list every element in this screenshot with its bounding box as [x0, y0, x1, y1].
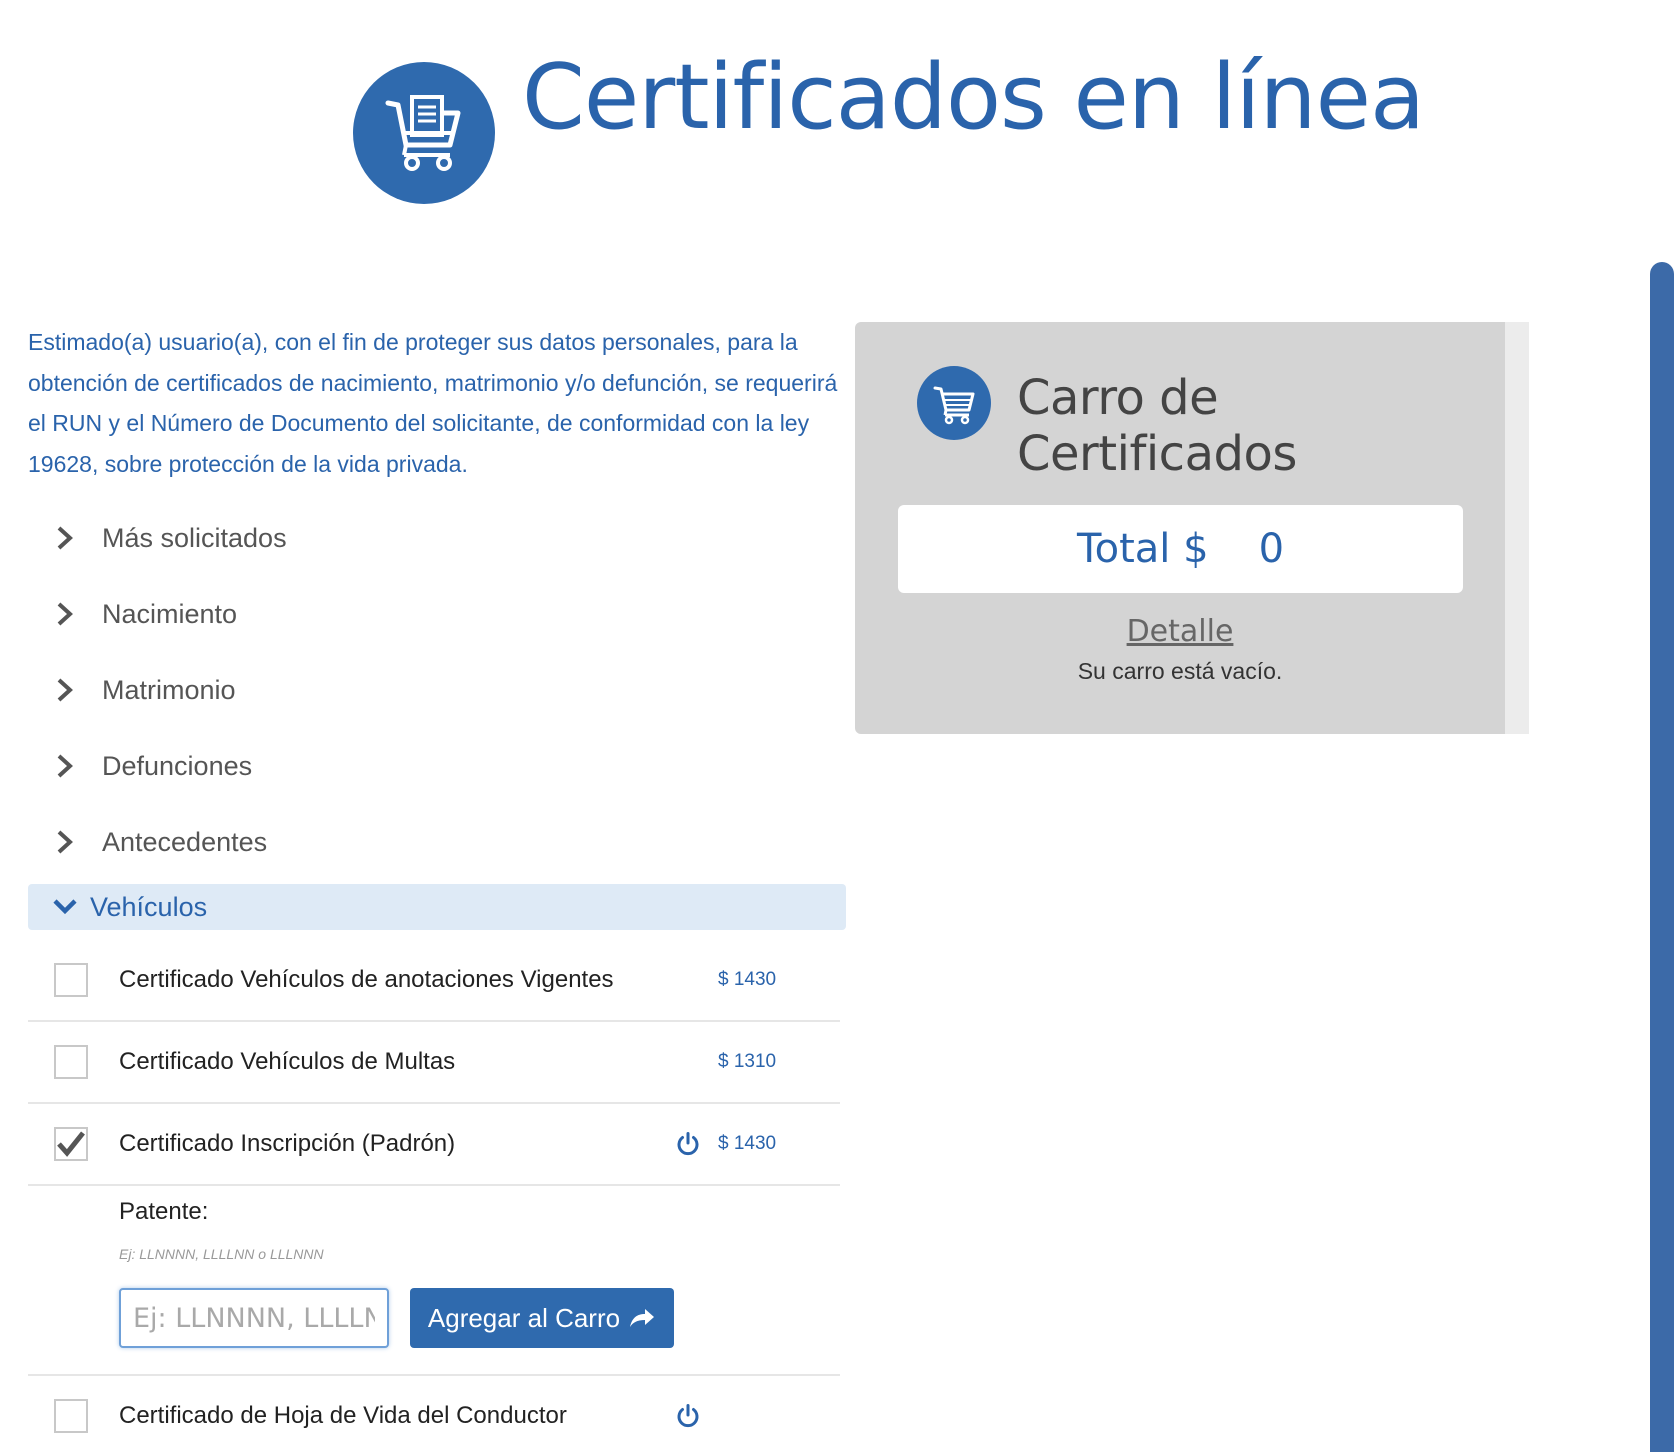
certificate-checkbox[interactable] — [54, 1399, 88, 1433]
chevron-right-icon — [50, 751, 80, 781]
page-title: Certificados en línea — [522, 45, 1425, 150]
category-nacimiento[interactable]: Nacimiento — [28, 576, 846, 652]
certificate-checkbox[interactable] — [54, 963, 88, 997]
certificate-label: Certificado Vehículos de Multas — [119, 1048, 456, 1075]
add-to-cart-button[interactable]: Agregar al Carro — [410, 1288, 674, 1348]
cart-total: Total $ 0 — [898, 505, 1463, 593]
chevron-right-icon — [50, 675, 80, 705]
chevron-down-icon — [50, 892, 80, 922]
category-mas-solicitados[interactable]: Más solicitados — [28, 500, 846, 576]
certificate-label: Certificado Vehículos de anotaciones Vig… — [119, 966, 614, 993]
category-label: Matrimonio — [102, 674, 236, 705]
page: Certificados en línea Estimado(a) usuari… — [0, 0, 1676, 1452]
total-label: Total $ — [1076, 526, 1209, 572]
certificate-row: Certificado Vehículos de anotaciones Vig… — [28, 940, 840, 1022]
cart-title: Carro de Certificados — [1017, 370, 1297, 482]
cart-detail-link[interactable]: Detalle — [855, 614, 1505, 649]
category-vehiculos[interactable]: Vehículos — [28, 884, 846, 930]
shopping-cart-document-icon — [353, 62, 495, 204]
checkmark-icon — [57, 1131, 85, 1157]
cart-panel: Carro de Certificados Total $ 0 Detalle … — [855, 322, 1505, 734]
share-arrow-icon — [630, 1309, 655, 1327]
certificate-price: $ 1430 — [718, 1133, 777, 1154]
certificate-row: Certificado de Hoja de Vida del Conducto… — [28, 1376, 840, 1452]
category-label: Antecedentes — [102, 826, 268, 857]
certificate-price: $ 1310 — [718, 1051, 777, 1072]
cart-empty-message: Su carro está vacío. — [1077, 658, 1283, 684]
patente-form: Patente: Ej: LLNNNN, LLLLNN o LLLNNN Agr… — [28, 1186, 840, 1376]
certificate-row: Certificado Vehículos de Multas $ 1310 — [28, 1022, 840, 1104]
power-icon[interactable] — [674, 1402, 702, 1430]
certificate-list: Certificado Vehículos de anotaciones Vig… — [28, 940, 840, 1452]
category-label: Defunciones — [102, 750, 253, 781]
chevron-right-icon — [50, 599, 80, 629]
chevron-right-icon — [50, 523, 80, 553]
certificate-label: Certificado de Hoja de Vida del Conducto… — [119, 1402, 567, 1429]
category-label: Vehículos — [90, 891, 208, 922]
category-accordion: Más solicitados Nacimiento Matrimonio De… — [28, 500, 846, 930]
category-label: Nacimiento — [102, 598, 238, 629]
add-to-cart-label: Agregar al Carro — [427, 1302, 621, 1333]
cart-panel-edge — [1505, 322, 1529, 734]
category-antecedentes[interactable]: Antecedentes — [28, 804, 846, 880]
certificate-price: $ 1430 — [718, 969, 777, 990]
certificate-checkbox-checked[interactable] — [54, 1127, 88, 1161]
patente-input[interactable] — [119, 1288, 389, 1348]
certificate-checkbox[interactable] — [54, 1045, 88, 1079]
power-icon[interactable] — [674, 1130, 702, 1158]
certificate-row: Certificado Inscripción (Padrón) $ 1430 — [28, 1104, 840, 1186]
total-value: 0 — [1258, 526, 1285, 572]
shopping-cart-icon — [917, 366, 991, 440]
certificate-label: Certificado Inscripción (Padrón) — [119, 1130, 456, 1157]
category-label: Más solicitados — [102, 522, 287, 553]
patente-hint: Ej: LLNNNN, LLLLNN o LLLNNN — [119, 1246, 324, 1262]
category-defunciones[interactable]: Defunciones — [28, 728, 846, 804]
chevron-right-icon — [50, 827, 80, 857]
scrollbar-thumb[interactable] — [1650, 262, 1674, 1452]
intro-text: Estimado(a) usuario(a), con el fin de pr… — [28, 329, 838, 477]
patente-label: Patente: — [119, 1198, 209, 1225]
category-matrimonio[interactable]: Matrimonio — [28, 652, 846, 728]
